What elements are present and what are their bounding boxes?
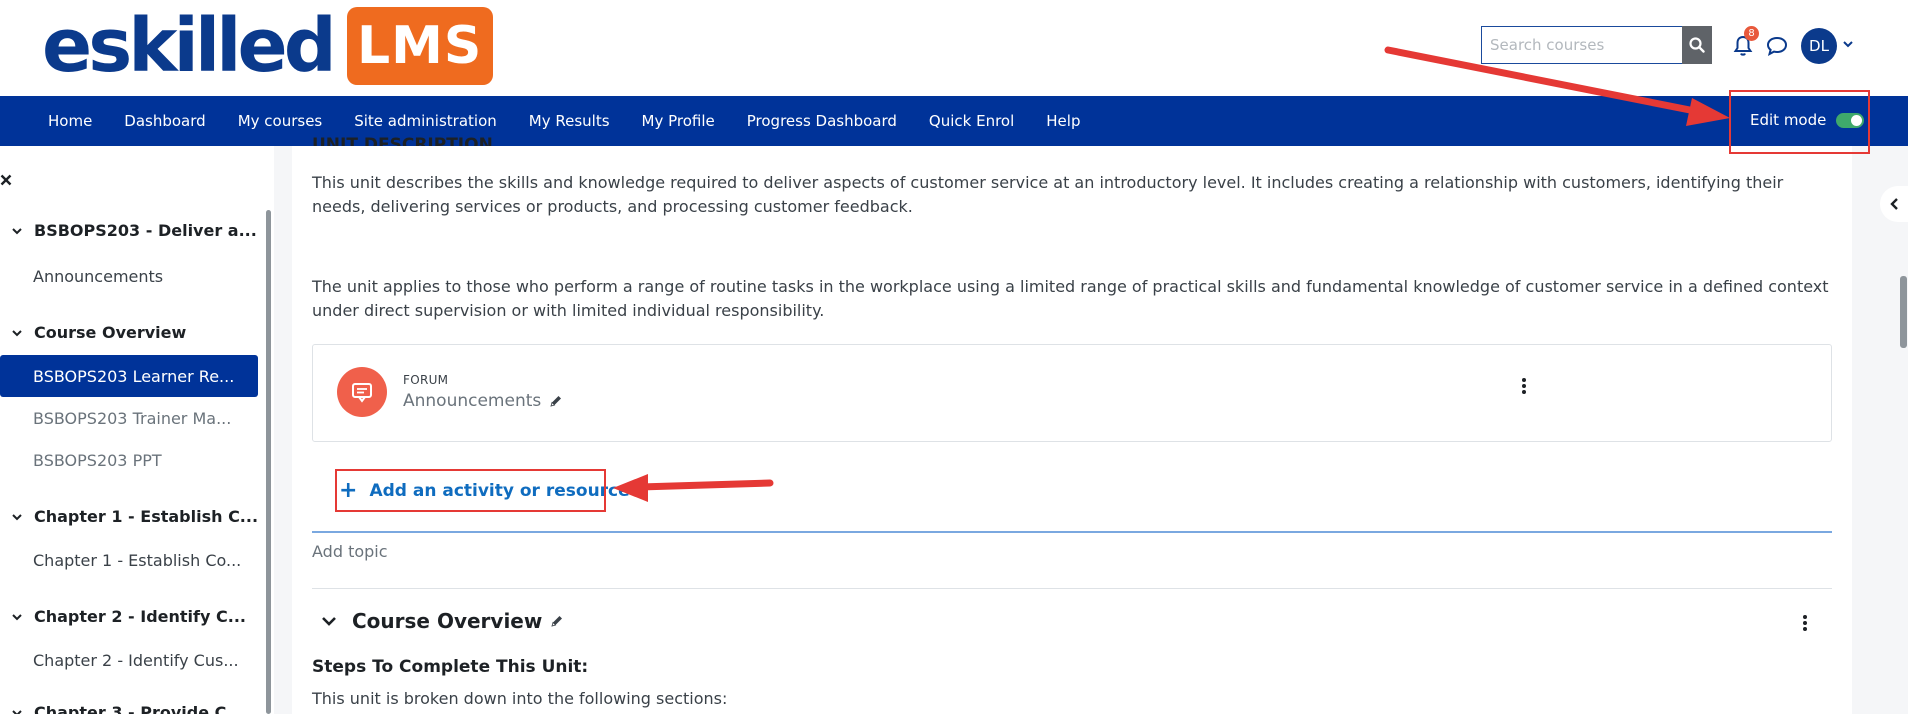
page-scrollbar[interactable] <box>1900 276 1907 348</box>
forum-icon <box>337 367 387 417</box>
nav-progress-dashboard[interactable]: Progress Dashboard <box>731 112 913 130</box>
course-search <box>1481 26 1712 64</box>
activity-type: FORUM <box>403 373 449 387</box>
drawer-item-learner-resource[interactable]: BSBOPS203 Learner Re... <box>0 355 258 397</box>
nav-items: Home Dashboard My courses Site administr… <box>32 96 1096 146</box>
activity-actions-kebab-icon[interactable] <box>1521 377 1527 395</box>
annotation-box-edit-mode <box>1729 90 1870 154</box>
drawer-item-announcements[interactable]: Announcements <box>0 255 258 297</box>
drawer-section-chapter-1[interactable]: Chapter 1 - Establish C... <box>0 507 258 526</box>
search-input[interactable] <box>1481 26 1682 64</box>
drawer-scrollbar[interactable] <box>266 210 271 714</box>
drawer-section-chapter-2[interactable]: Chapter 2 - Identify C... <box>0 607 246 626</box>
chevron-down-icon[interactable] <box>1842 38 1854 50</box>
close-icon[interactable] <box>0 174 12 186</box>
chevron-down-icon <box>12 329 22 336</box>
site-logo[interactable]: eskilled LMS <box>42 6 493 86</box>
drawer-section-title: Chapter 1 - Establish C... <box>34 507 259 526</box>
search-button[interactable] <box>1682 26 1712 64</box>
add-topic-divider <box>312 531 1832 533</box>
logo-lms-badge: LMS <box>346 7 493 85</box>
section-header-course-overview: Course Overview <box>320 609 564 633</box>
chevron-down-icon <box>12 227 22 234</box>
top-header: eskilled LMS 8 DL <box>0 0 1908 96</box>
drawer-section-title: Chapter 3 - Provide C... <box>34 703 245 714</box>
edit-section-pencil-icon[interactable] <box>550 614 564 628</box>
activity-name-link[interactable]: Announcements <box>403 391 541 411</box>
drawer-section-chapter-3[interactable]: Chapter 3 - Provide C... <box>0 703 245 714</box>
chevron-left-icon <box>1890 198 1898 210</box>
logo-wordmark: eskilled <box>42 3 337 89</box>
search-icon <box>1689 37 1705 53</box>
app-window: eskilled LMS 8 DL Home <box>0 0 1908 714</box>
annotation-box-add-activity <box>335 469 606 512</box>
forum-activity-card: FORUM Announcements <box>312 344 1832 442</box>
nav-dashboard[interactable]: Dashboard <box>108 112 221 130</box>
drawer-item-chapter-1[interactable]: Chapter 1 - Establish Co... <box>0 539 258 581</box>
chevron-down-icon <box>12 513 22 520</box>
drawer-section-course-overview[interactable]: Course Overview <box>0 323 186 342</box>
section-divider <box>312 588 1832 589</box>
open-block-drawer-button[interactable] <box>1880 186 1908 222</box>
nav-my-profile[interactable]: My Profile <box>626 112 731 130</box>
drawer-section-title: Course Overview <box>34 323 187 342</box>
nav-site-administration[interactable]: Site administration <box>338 112 513 130</box>
collapse-chevron-icon[interactable] <box>320 612 338 630</box>
unit-description-paragraph: This unit describes the skills and knowl… <box>312 173 1784 216</box>
primary-navigation: Home Dashboard My courses Site administr… <box>0 96 1908 146</box>
chevron-down-icon <box>12 709 22 714</box>
activity-name: Announcements <box>403 391 563 411</box>
drawer-item-chapter-2[interactable]: Chapter 2 - Identify Cus... <box>0 639 258 681</box>
unit-application-paragraph: The unit applies to those who perform a … <box>312 277 1829 320</box>
nav-quick-enrol[interactable]: Quick Enrol <box>913 112 1030 130</box>
nav-my-courses[interactable]: My courses <box>222 112 339 130</box>
add-topic-link[interactable]: Add topic <box>312 542 388 561</box>
drawer-item-ppt[interactable]: BSBOPS203 PPT <box>0 439 258 481</box>
user-avatar[interactable]: DL <box>1801 28 1837 64</box>
steps-heading: Steps To Complete This Unit: <box>312 657 589 677</box>
drawer-item-trainer-manual[interactable]: BSBOPS203 Trainer Ma... <box>0 397 258 439</box>
drawer-section-title: BSBOPS203 - Deliver a... <box>34 221 257 240</box>
section-actions-kebab-icon[interactable] <box>1802 614 1808 632</box>
unit-description-heading: UNIT DESCRIPTION <box>312 135 493 146</box>
breakdown-text: This unit is broken down into the follow… <box>312 689 728 708</box>
section-title[interactable]: Course Overview <box>352 609 542 633</box>
drawer-section-title: Chapter 2 - Identify C... <box>34 607 246 626</box>
nav-home[interactable]: Home <box>32 112 108 130</box>
nav-my-results[interactable]: My Results <box>513 112 626 130</box>
nav-help[interactable]: Help <box>1030 112 1096 130</box>
chevron-down-icon <box>12 613 22 620</box>
edit-pencil-icon[interactable] <box>549 394 563 408</box>
messages-icon[interactable] <box>1766 36 1788 56</box>
notification-count-badge: 8 <box>1744 26 1759 41</box>
drawer-section-bsbops203[interactable]: BSBOPS203 - Deliver a... <box>0 221 257 240</box>
